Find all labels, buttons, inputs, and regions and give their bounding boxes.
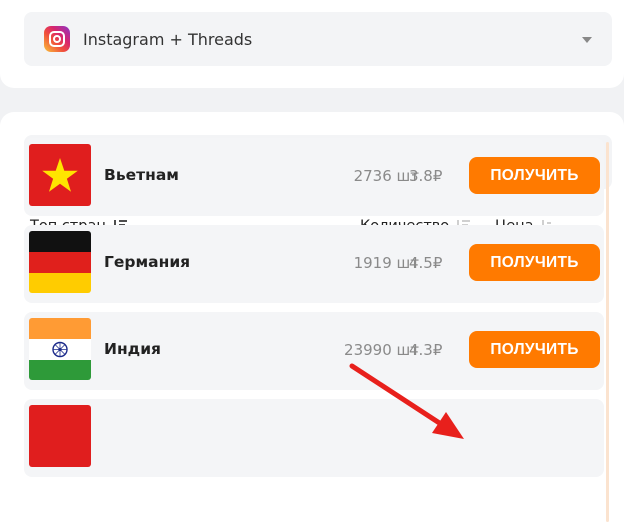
- service-select[interactable]: Instagram + Threads: [24, 12, 612, 66]
- country-name: Германия: [104, 253, 191, 271]
- instagram-icon: [44, 26, 70, 52]
- country-name: Индия: [104, 340, 162, 358]
- price-value: 3.8₽: [409, 167, 443, 185]
- price-value: 4.3₽: [409, 341, 443, 359]
- vietnam-flag: [29, 144, 91, 206]
- flag-partial: [29, 405, 91, 467]
- list-item: [24, 399, 604, 477]
- get-button[interactable]: ПОЛУЧИТЬ: [469, 157, 600, 194]
- list-item: Германия 1919 шт 4.5₽ ПОЛУЧИТЬ: [24, 225, 604, 303]
- get-button[interactable]: ПОЛУЧИТЬ: [469, 331, 600, 368]
- service-label: Instagram + Threads: [83, 29, 253, 49]
- country-name: Вьетнам: [104, 166, 179, 184]
- get-button[interactable]: ПОЛУЧИТЬ: [469, 244, 600, 281]
- india-flag: [29, 318, 91, 380]
- quantity-value: 23990 шт: [344, 341, 419, 359]
- price-value: 4.5₽: [409, 254, 443, 272]
- germany-flag: [29, 231, 91, 293]
- list-item: Индия 23990 шт 4.3₽ ПОЛУЧИТЬ: [24, 312, 604, 390]
- chevron-down-icon[interactable]: [582, 37, 592, 43]
- list-item: Вьетнам 2736 шт 3.8₽ ПОЛУЧИТЬ: [24, 138, 604, 216]
- scrollbar[interactable]: [606, 142, 609, 522]
